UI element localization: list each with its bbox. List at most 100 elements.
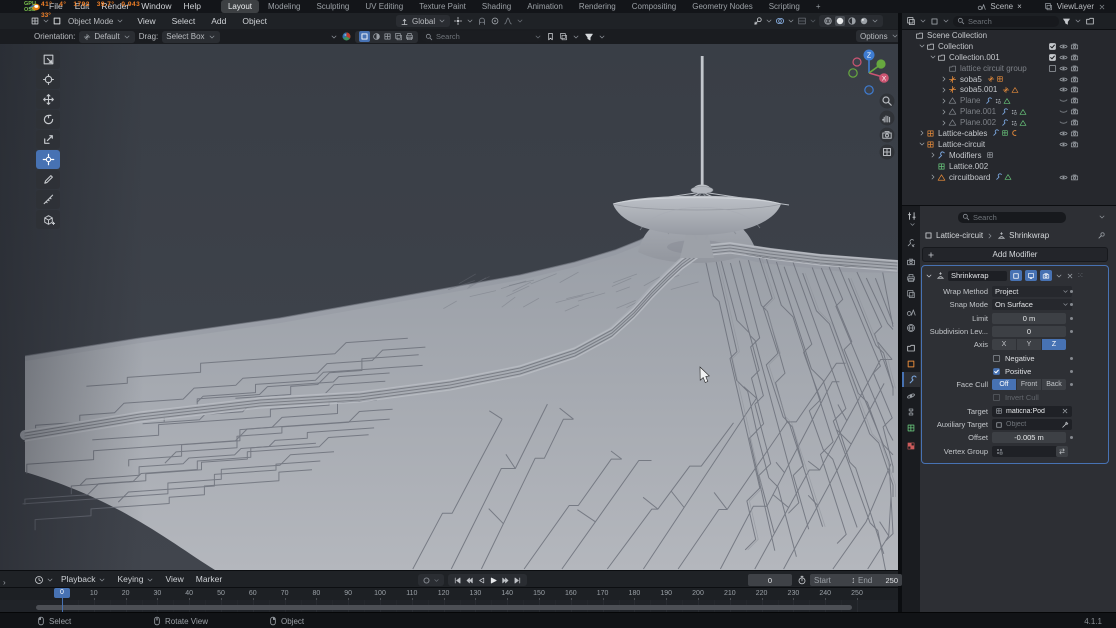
chevron-down-icon[interactable]	[516, 17, 524, 25]
properties-tab-tool[interactable]	[902, 235, 920, 250]
tool-scale[interactable]	[36, 130, 60, 149]
playhead[interactable]: 0	[54, 588, 70, 598]
menu-file[interactable]: File	[43, 0, 69, 13]
segment-front[interactable]: Front	[1017, 379, 1041, 390]
eye-closed-icon[interactable]	[1059, 96, 1068, 105]
menu-edit[interactable]: Edit	[69, 0, 96, 13]
outliner-row-lattice-circuit-group[interactable]: lattice circuit group	[902, 63, 1116, 74]
animate-dot[interactable]	[1070, 290, 1073, 293]
snap-toggle-icon[interactable]	[477, 16, 487, 26]
expand-right-icon[interactable]	[940, 97, 948, 105]
eye-icon[interactable]	[1059, 75, 1068, 84]
subheader-chevron-icon[interactable]	[330, 33, 338, 41]
collapsed-chevron-icon[interactable]	[534, 33, 542, 41]
properties-search-input[interactable]	[973, 213, 1053, 222]
gizmos-toggle-icon[interactable]	[753, 16, 763, 26]
properties-options-chevron-icon[interactable]	[1098, 213, 1106, 221]
camera-icon[interactable]	[1070, 53, 1079, 62]
properties-tab-render[interactable]	[902, 254, 920, 269]
breadcrumb-object[interactable]: Lattice-circuit	[936, 231, 983, 240]
orientation-dropdown[interactable]: Default	[79, 31, 134, 43]
checkbox-off-icon[interactable]	[1048, 64, 1057, 73]
tool-measure[interactable]	[36, 190, 60, 209]
properties-tab-view-layer[interactable]	[902, 286, 920, 301]
outliner-row-collection-001[interactable]: Collection.001	[902, 52, 1116, 63]
falloff-chevron-icon[interactable]	[503, 16, 513, 26]
camera-icon[interactable]	[1070, 107, 1079, 116]
eye-icon[interactable]	[1059, 42, 1068, 51]
prev-keyframe-button[interactable]	[464, 575, 475, 586]
viewport-menu-object[interactable]: Object	[235, 15, 274, 28]
outliner-row-lattice-cables[interactable]: Lattice-cables	[902, 128, 1116, 139]
play-reverse-button[interactable]	[476, 575, 487, 586]
timeline-menu-marker[interactable]: Marker	[191, 573, 227, 586]
properties-tab-data[interactable]	[902, 420, 920, 435]
prop-control[interactable]: On Surface	[992, 299, 1072, 310]
add-modifier-button[interactable]: Add Modifier	[922, 247, 1108, 262]
outliner-filter-obj-icon[interactable]	[930, 17, 939, 26]
chevron-down-icon[interactable]	[598, 33, 606, 41]
proportional-edit-icon[interactable]	[490, 16, 500, 26]
shading-wireframe-icon[interactable]	[823, 16, 833, 26]
outliner-display-mode-icon[interactable]	[906, 16, 916, 26]
properties-tab-output[interactable]	[902, 270, 920, 285]
display-settings-icon[interactable]	[559, 32, 568, 41]
clear-icon[interactable]	[1061, 407, 1069, 415]
close-icon[interactable]	[1066, 272, 1074, 280]
expand-right-icon[interactable]	[929, 151, 937, 159]
outliner-row-plane[interactable]: Plane	[902, 95, 1116, 106]
expand-down-icon[interactable]	[929, 53, 937, 61]
gizmos-chevron-icon[interactable]	[765, 17, 773, 25]
options-dropdown[interactable]: Options	[856, 30, 903, 42]
segment-off[interactable]: Off	[992, 379, 1016, 390]
outliner-row-scene-collection[interactable]: Scene Collection	[902, 30, 1116, 41]
expand-right-icon[interactable]	[940, 86, 948, 94]
prop-control[interactable]: Invert Cull	[992, 392, 1066, 403]
outliner-row-lattice-circuit[interactable]: Lattice-circuit	[902, 139, 1116, 150]
subheader-search[interactable]	[421, 31, 543, 42]
display-mode-5-icon[interactable]	[405, 32, 414, 41]
view-layer-selector[interactable]: ViewLayer	[1057, 2, 1094, 11]
properties-tab-collection[interactable]	[902, 340, 920, 355]
scene-unlink[interactable]: ×	[1017, 2, 1022, 11]
tab-layout[interactable]: Layout	[221, 0, 259, 13]
tab-sculpting[interactable]: Sculpting	[309, 0, 356, 13]
outliner-row-collection[interactable]: Collection	[902, 41, 1116, 52]
jump-end-button[interactable]	[512, 575, 523, 586]
properties-tab-object[interactable]	[902, 356, 920, 371]
animate-dot[interactable]	[1070, 357, 1073, 360]
menu-render[interactable]: Render	[95, 0, 135, 13]
eye-icon[interactable]	[1059, 85, 1068, 94]
current-frame-field[interactable]: 0	[748, 574, 792, 586]
viewport-menu-view[interactable]: View	[130, 15, 162, 28]
properties-editor-selector[interactable]	[904, 211, 920, 231]
segment-x[interactable]: X	[992, 339, 1016, 350]
timeline-menu-playback[interactable]: Playback	[56, 573, 111, 586]
pin-icon[interactable]	[1097, 231, 1106, 240]
editor-type-icon[interactable]	[30, 16, 40, 26]
chevron-down-icon[interactable]	[919, 17, 927, 25]
animate-dot[interactable]	[1070, 383, 1073, 386]
edit-mode-toggle[interactable]	[1010, 270, 1022, 281]
outliner-row-plane-002[interactable]: Plane.002	[902, 117, 1116, 128]
expand-down-icon[interactable]	[918, 42, 926, 50]
timeline-ruler[interactable]: 0102030405060708090100110120130140150160…	[0, 587, 898, 601]
tool-add-cube[interactable]	[36, 210, 60, 229]
segment-y[interactable]: Y	[1017, 339, 1041, 350]
camera-icon[interactable]	[1070, 96, 1079, 105]
new-collection-icon[interactable]	[1085, 16, 1095, 26]
tab-scripting[interactable]: Scripting	[762, 0, 807, 13]
segment-z[interactable]: Z	[1042, 339, 1066, 350]
drag-handle[interactable]: ⁙	[1077, 271, 1084, 280]
timeline-scrollbar[interactable]	[36, 605, 852, 610]
prop-control[interactable]: OffFrontBack	[992, 379, 1066, 390]
prop-control[interactable]: -0.005 m	[992, 432, 1066, 443]
checkbox-on-icon[interactable]	[1048, 42, 1057, 51]
animate-dot[interactable]	[1070, 436, 1073, 439]
outliner-row-lattice-002[interactable]: Lattice.002	[902, 161, 1116, 172]
tab-geometry-nodes[interactable]: Geometry Nodes	[685, 0, 759, 13]
prop-control[interactable]: Object	[992, 419, 1072, 430]
animate-dot[interactable]	[1070, 330, 1073, 333]
tool-annotate[interactable]	[36, 170, 60, 189]
properties-tab-material[interactable]	[902, 438, 920, 453]
